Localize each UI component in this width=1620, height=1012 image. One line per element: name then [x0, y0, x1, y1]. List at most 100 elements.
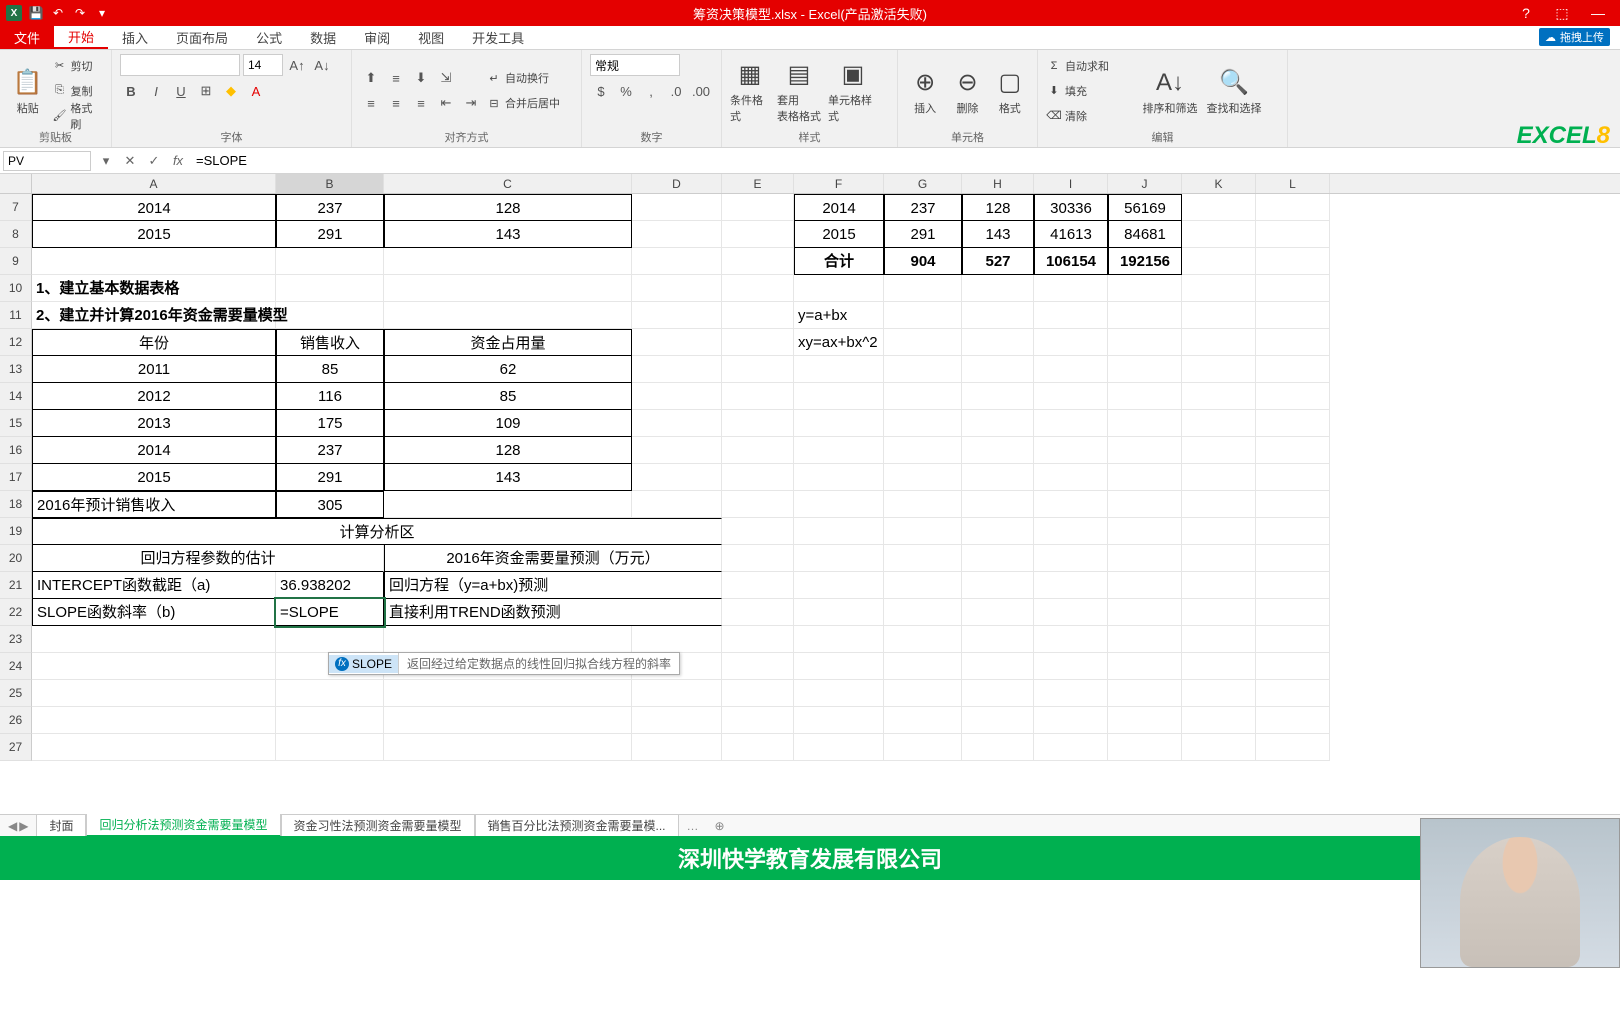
name-box-dropdown-icon[interactable]: ▾ [94, 151, 118, 171]
autosum-button[interactable]: Σ自动求和 [1046, 55, 1136, 77]
function-tooltip[interactable]: fxSLOPE 返回经过给定数据点的线性回归拟合线方程的斜率 [328, 652, 680, 675]
cell[interactable] [794, 437, 884, 464]
cell[interactable] [1108, 302, 1182, 329]
sheet-tab[interactable]: 回归分析法预测资金需要量模型 [86, 814, 280, 837]
align-bottom-icon[interactable]: ⬇ [410, 67, 432, 89]
cell[interactable] [722, 437, 794, 464]
cell[interactable] [1034, 491, 1108, 518]
col-header[interactable]: B [276, 174, 384, 193]
cell[interactable] [1034, 410, 1108, 437]
cell[interactable] [1182, 329, 1256, 356]
cell[interactable] [276, 680, 384, 707]
cell[interactable] [884, 626, 962, 653]
cell[interactable] [884, 437, 962, 464]
cell[interactable] [794, 383, 884, 410]
cell[interactable]: 305 [276, 491, 384, 518]
cell[interactable] [32, 653, 276, 680]
row-header[interactable]: 24 [0, 653, 32, 680]
cell[interactable] [1034, 653, 1108, 680]
cell[interactable] [632, 680, 722, 707]
row-header[interactable]: 19 [0, 518, 32, 545]
cell[interactable]: 109 [384, 410, 632, 437]
cell[interactable] [632, 437, 722, 464]
cell[interactable] [722, 518, 794, 545]
cell[interactable] [884, 599, 962, 626]
cell[interactable] [962, 464, 1034, 491]
cell[interactable] [1182, 572, 1256, 599]
cell[interactable] [632, 491, 722, 518]
help-icon[interactable]: ? [1512, 3, 1540, 23]
cell[interactable] [722, 356, 794, 383]
cell[interactable] [884, 572, 962, 599]
cell[interactable]: 106154 [1034, 248, 1108, 275]
qat-more-icon[interactable]: ▾ [94, 5, 110, 21]
cell[interactable] [1034, 437, 1108, 464]
redo-icon[interactable]: ↷ [72, 5, 88, 21]
cell[interactable] [1108, 491, 1182, 518]
cell[interactable] [1182, 464, 1256, 491]
cell[interactable]: 143 [384, 221, 632, 248]
format-cells-button[interactable]: ▢格式 [991, 66, 1029, 116]
cell[interactable] [1256, 194, 1330, 221]
cell[interactable] [1034, 707, 1108, 734]
cell[interactable]: SLOPE函数斜率（b) [32, 599, 276, 626]
cell[interactable]: 904 [884, 248, 962, 275]
bold-button[interactable]: B [120, 80, 142, 102]
col-header[interactable]: K [1182, 174, 1256, 193]
cell[interactable] [1034, 518, 1108, 545]
cell[interactable]: 2013 [32, 410, 276, 437]
cell[interactable] [1256, 410, 1330, 437]
tab-page-layout[interactable]: 页面布局 [162, 26, 242, 49]
cell[interactable] [794, 410, 884, 437]
cell[interactable] [1256, 221, 1330, 248]
cell[interactable] [632, 410, 722, 437]
cell[interactable] [962, 491, 1034, 518]
cell[interactable] [1034, 734, 1108, 761]
cell[interactable] [384, 626, 632, 653]
cell[interactable] [962, 383, 1034, 410]
cell[interactable] [632, 221, 722, 248]
cell[interactable] [632, 248, 722, 275]
cell[interactable]: 1、建立基本数据表格 [32, 275, 276, 302]
cell[interactable]: y=a+bx [794, 302, 884, 329]
cell[interactable]: 2、建立并计算2016年资金需要量模型 [32, 302, 276, 329]
cell[interactable] [1108, 626, 1182, 653]
cell[interactable] [722, 248, 794, 275]
row-header[interactable]: 15 [0, 410, 32, 437]
row-header[interactable]: 13 [0, 356, 32, 383]
cell[interactable] [1256, 437, 1330, 464]
cell[interactable] [32, 248, 276, 275]
cell[interactable] [962, 302, 1034, 329]
cell[interactable] [722, 707, 794, 734]
delete-cells-button[interactable]: ⊖删除 [948, 66, 986, 116]
row-header[interactable]: 27 [0, 734, 32, 761]
table-format-button[interactable]: ▤套用 表格格式 [774, 58, 824, 124]
cell[interactable]: 2012 [32, 383, 276, 410]
cell[interactable] [1182, 599, 1256, 626]
cell[interactable]: 30336 [1034, 194, 1108, 221]
col-header[interactable]: F [794, 174, 884, 193]
cell[interactable] [794, 653, 884, 680]
cell[interactable] [794, 518, 884, 545]
formula-input[interactable] [190, 151, 1620, 171]
cell[interactable] [632, 356, 722, 383]
cell[interactable] [722, 680, 794, 707]
font-size-select[interactable] [243, 54, 283, 76]
col-header[interactable]: E [722, 174, 794, 193]
cell[interactable] [384, 734, 632, 761]
cell[interactable]: 291 [276, 464, 384, 491]
cut-button[interactable]: ✂剪切 [52, 55, 103, 77]
cell[interactable] [1108, 356, 1182, 383]
cell[interactable] [632, 734, 722, 761]
cell[interactable] [884, 734, 962, 761]
cell[interactable] [384, 680, 632, 707]
cell[interactable] [794, 545, 884, 572]
align-right-icon[interactable]: ≡ [410, 92, 432, 114]
cell[interactable] [1182, 248, 1256, 275]
cell[interactable] [1256, 356, 1330, 383]
row-header[interactable]: 8 [0, 221, 32, 248]
cell[interactable] [632, 383, 722, 410]
cell[interactable] [632, 275, 722, 302]
italic-button[interactable]: I [145, 80, 167, 102]
cell[interactable] [1034, 545, 1108, 572]
